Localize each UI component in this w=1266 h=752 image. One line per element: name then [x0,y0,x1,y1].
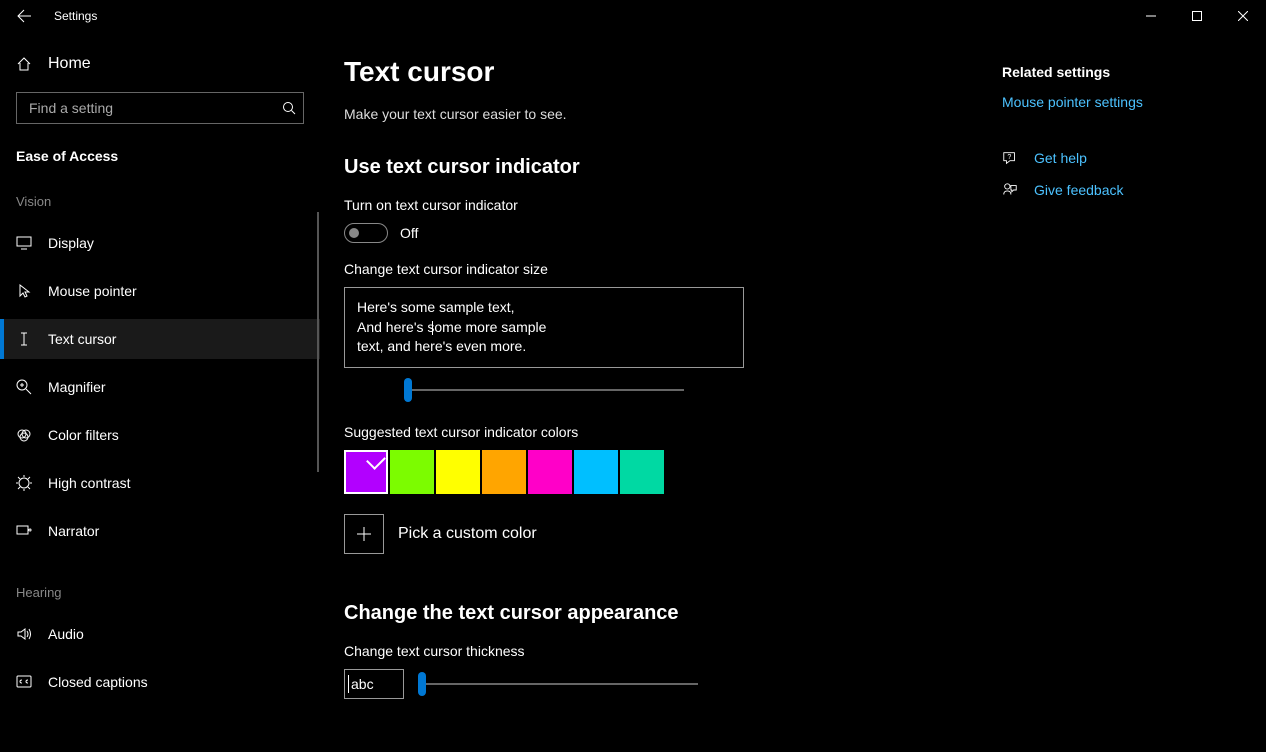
slider-thumb [418,672,426,696]
related-link-mouse-pointer[interactable]: Mouse pointer settings [1002,94,1143,110]
sidebar-item-label: Text cursor [48,331,116,347]
indicator-toggle[interactable] [344,223,388,243]
sidebar-item-audio[interactable]: Audio [0,614,320,654]
thickness-slider[interactable] [418,672,698,696]
give-feedback-link: Give feedback [1034,182,1124,198]
sidebar-item-label: Audio [48,626,84,642]
sidebar-item-narrator[interactable]: Narrator [0,511,320,551]
svg-text:?: ? [1007,153,1011,161]
back-button[interactable] [0,0,48,32]
color-swatch[interactable] [436,450,480,494]
toggle-field-label: Turn on text cursor indicator [344,197,984,213]
minimize-button[interactable] [1128,0,1174,32]
color-swatch[interactable] [390,450,434,494]
search-box [16,92,304,124]
sidebar-item-label: Mouse pointer [48,283,137,299]
toggle-state-label: Off [400,225,418,241]
content-area: Text cursor Make your text cursor easier… [320,32,1266,752]
sample-line: And here's some more sample [357,318,731,338]
section-hearing: Hearing [0,571,320,606]
back-arrow-icon [16,8,32,24]
get-help-link: Get help [1034,150,1087,166]
pointer-icon [16,283,32,299]
home-label: Home [48,55,91,73]
custom-color-label: Pick a custom color [398,525,537,543]
color-swatch[interactable] [482,450,526,494]
related-heading: Related settings [1002,64,1143,80]
window-controls [1128,0,1266,32]
indicator-size-slider[interactable] [404,378,684,402]
display-icon [16,235,32,251]
search-input[interactable] [16,92,304,124]
high-contrast-icon [16,475,32,491]
page-title: Text cursor [344,56,984,88]
narrator-icon [16,523,32,539]
sidebar-item-high-contrast[interactable]: High contrast [0,463,320,503]
color-filters-icon [16,427,32,443]
thickness-field-label: Change text cursor thickness [344,643,984,659]
sidebar-item-label: Closed captions [48,674,148,690]
closed-captions-icon [16,674,32,690]
close-button[interactable] [1220,0,1266,32]
section-heading-appearance: Change the text cursor appearance [344,602,984,625]
maximize-icon [1192,11,1202,21]
sample-text-box: Here's some sample text, And here's some… [344,287,744,368]
title-bar: Settings [0,0,1266,32]
sidebar-item-label: Narrator [48,523,99,539]
category-header: Ease of Access [0,140,320,180]
sidebar-scrollbar[interactable] [317,212,319,472]
sample-line: text, and here's even more. [357,337,731,357]
feedback-icon [1002,182,1018,198]
thickness-preview: abc [344,669,404,699]
color-swatch[interactable] [620,450,664,494]
audio-icon [16,626,32,642]
text-cursor-icon [16,331,32,347]
sidebar-item-closed-captions[interactable]: Closed captions [0,662,320,702]
sidebar-item-label: High contrast [48,475,130,491]
sidebar-item-text-cursor[interactable]: Text cursor [0,319,320,359]
minimize-icon [1146,11,1156,21]
search-icon [282,101,296,115]
help-icon: ? [1002,150,1018,166]
sample-caret [432,321,433,335]
plus-icon [356,526,372,542]
section-vision: Vision [0,180,320,215]
thickness-preview-text: abc [351,676,374,692]
slider-thumb [404,378,412,402]
sidebar-item-label: Display [48,235,94,251]
sidebar-item-label: Magnifier [48,379,106,395]
toggle-knob [349,228,359,238]
close-icon [1238,11,1248,21]
maximize-button[interactable] [1174,0,1220,32]
section-heading-indicator: Use text cursor indicator [344,156,984,179]
slider-track [418,683,698,685]
thickness-caret [348,675,349,693]
custom-color-button[interactable] [344,514,384,554]
window-title: Settings [54,9,97,23]
slider-track [404,389,684,391]
sidebar: Home Ease of Access Vision Display Mouse… [0,32,320,752]
sidebar-item-display[interactable]: Display [0,223,320,263]
sidebar-item-mouse-pointer[interactable]: Mouse pointer [0,271,320,311]
size-field-label: Change text cursor indicator size [344,261,984,277]
related-column: Related settings Mouse pointer settings … [1002,56,1143,752]
colors-row [344,450,984,494]
sidebar-item-magnifier[interactable]: Magnifier [0,367,320,407]
color-swatch[interactable] [574,450,618,494]
magnifier-icon [16,379,32,395]
home-icon [16,56,32,72]
home-nav[interactable]: Home [0,44,320,84]
sidebar-item-label: Color filters [48,427,119,443]
colors-field-label: Suggested text cursor indicator colors [344,424,984,440]
color-swatch[interactable] [344,450,388,494]
page-subtitle: Make your text cursor easier to see. [344,106,984,122]
give-feedback-row[interactable]: Give feedback [1002,182,1143,198]
color-swatch[interactable] [528,450,572,494]
get-help-row[interactable]: ? Get help [1002,150,1143,166]
sample-line: Here's some sample text, [357,298,731,318]
sidebar-item-color-filters[interactable]: Color filters [0,415,320,455]
